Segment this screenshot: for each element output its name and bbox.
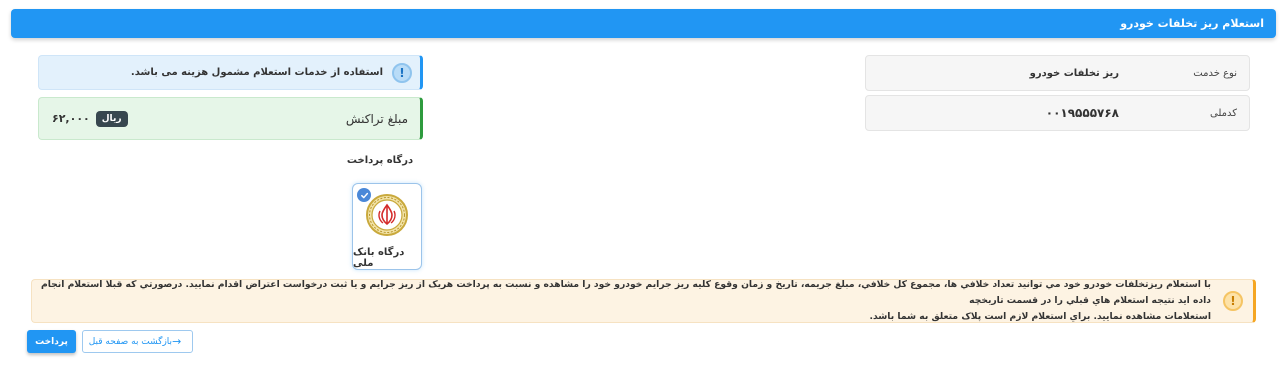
- page-title: استعلام ریز تخلفات خودرو: [1120, 17, 1264, 30]
- national-id-card: کدملی ۰۰۱۹۵۵۵۷۶۸: [865, 95, 1250, 131]
- page-header: استعلام ریز تخلفات خودرو: [11, 9, 1276, 38]
- payment-gateway-title: درگاه پرداخت: [346, 155, 414, 166]
- transaction-amount: ریال ۶۲,۰۰۰: [52, 110, 128, 127]
- gateway-name: درگاه بانک ملی: [353, 247, 405, 269]
- exclamation-icon: !: [1223, 291, 1243, 311]
- warning-line-1: با استعلام ریزتخلفات خودرو خود مي توانيد…: [40, 279, 1211, 306]
- transaction-amount-label: مبلغ تراکنش: [345, 111, 408, 126]
- exclamation-icon: !: [392, 62, 412, 83]
- transaction-amount-box: مبلغ تراکنش ریال ۶۲,۰۰۰: [38, 97, 423, 140]
- inquiry-warning-text: با استعلام ریزتخلفات خودرو خود مي توانيد…: [32, 277, 1211, 325]
- check-icon: [357, 188, 371, 202]
- bank-melli-logo-icon: [365, 191, 409, 243]
- inquiry-warning: ! با استعلام ریزتخلفات خودرو خود مي توان…: [31, 279, 1256, 323]
- national-id-value: ۰۰۱۹۵۵۵۷۶۸: [1045, 106, 1119, 120]
- warning-line-2: استعلامات مشاهده نماييد. براي استعلام لا…: [869, 311, 1211, 322]
- currency-badge: ریال: [95, 110, 128, 127]
- national-id-label: کدملی: [1209, 107, 1237, 119]
- back-button-label: بازگشت به صفحه قبل: [88, 336, 173, 347]
- gateway-option-bank-melli[interactable]: درگاه بانک ملی: [352, 183, 422, 270]
- back-button[interactable]: → بازگشت به صفحه قبل: [82, 330, 193, 353]
- cost-notice: ! استفاده از خدمات استعلام مشمول هزینه م…: [38, 55, 423, 90]
- cost-notice-text: استفاده از خدمات استعلام مشمول هزینه می …: [130, 67, 383, 78]
- transaction-amount-value: ۶۲,۰۰۰: [52, 112, 90, 125]
- service-type-value: ریز تخلفات خودرو: [1029, 67, 1119, 79]
- service-type-label: نوع خدمت: [1193, 67, 1237, 79]
- pay-button[interactable]: پرداخت: [27, 330, 76, 353]
- service-type-card: نوع خدمت ریز تخلفات خودرو: [865, 55, 1250, 91]
- arrow-right-icon: →: [172, 335, 182, 348]
